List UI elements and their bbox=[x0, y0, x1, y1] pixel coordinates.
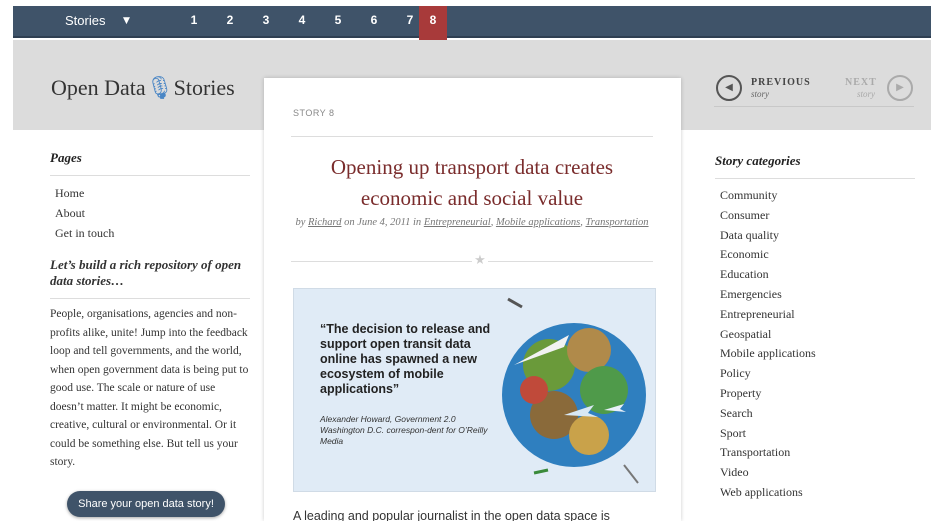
site-logo[interactable]: Open Data🎙Stories bbox=[51, 75, 235, 101]
category-item[interactable]: Policy bbox=[720, 364, 915, 384]
page-link-about[interactable]: About bbox=[55, 203, 250, 223]
page-link-4[interactable]: 4 bbox=[295, 13, 309, 27]
category-item[interactable]: Sport bbox=[720, 424, 915, 444]
byline-by: by bbox=[295, 217, 306, 228]
story-byline: by Richard on June 4, 2011 in Entreprene… bbox=[295, 217, 649, 228]
story-number: STORY 8 bbox=[293, 108, 335, 118]
byline-date: on June 4, 2011 in bbox=[344, 217, 422, 228]
page-link-1[interactable]: 1 bbox=[187, 13, 201, 27]
nav-divider bbox=[714, 106, 914, 107]
build-repository-text: People, organisations, agencies and non-… bbox=[50, 308, 249, 468]
previous-story-sub: story bbox=[751, 89, 769, 99]
category-item[interactable]: Entrepreneurial bbox=[720, 305, 915, 325]
page-link-5[interactable]: 5 bbox=[331, 13, 345, 27]
previous-arrow-icon[interactable]: ◀ bbox=[716, 75, 742, 101]
story-hero-image: “The decision to release and support ope… bbox=[293, 288, 656, 492]
category-item[interactable]: Transportation bbox=[720, 443, 915, 463]
category-link-mobile-applications[interactable]: Mobile applications bbox=[496, 217, 580, 228]
build-repository-heading: Let’s build a rich repository of open da… bbox=[50, 257, 242, 288]
page-link-6[interactable]: 6 bbox=[367, 13, 381, 27]
star-icon: ★ bbox=[472, 253, 488, 268]
category-item[interactable]: Data quality bbox=[720, 226, 915, 246]
top-navigation-bar: Stories ▼ 1 2 3 4 5 6 7 8 bbox=[13, 6, 931, 50]
category-link-transportation[interactable]: Transportation bbox=[586, 217, 649, 228]
right-sidebar: Story categories Community Consumer Data… bbox=[715, 153, 915, 503]
globe-illustration bbox=[502, 297, 646, 484]
page-link-home[interactable]: Home bbox=[55, 183, 250, 203]
category-item[interactable]: Web applications bbox=[720, 483, 915, 503]
category-item[interactable]: Search bbox=[720, 404, 915, 424]
pages-list: Home About Get in touch bbox=[50, 183, 250, 243]
page-link-get-in-touch[interactable]: Get in touch bbox=[55, 223, 250, 243]
category-link-entrepreneurial[interactable]: Entrepreneurial bbox=[424, 217, 491, 228]
hero-quote: “The decision to release and support ope… bbox=[320, 322, 491, 396]
story-categories-heading: Story categories bbox=[715, 153, 801, 168]
story-title[interactable]: Opening up transport data creates econom… bbox=[291, 152, 653, 214]
category-item[interactable]: Mobile applications bbox=[720, 344, 915, 364]
pages-heading: Pages bbox=[50, 150, 82, 165]
divider bbox=[50, 175, 250, 176]
share-story-button[interactable]: Share your open data story! bbox=[67, 491, 225, 517]
next-story-sub: story bbox=[857, 89, 875, 99]
page-link-7[interactable]: 7 bbox=[403, 13, 417, 27]
left-sidebar: Pages Home About Get in touch Let’s buil… bbox=[50, 150, 250, 472]
story-body-start: A leading and popular journalist in the … bbox=[293, 509, 610, 521]
divider bbox=[291, 136, 653, 137]
category-item[interactable]: Economic bbox=[720, 245, 915, 265]
logo-text-open-data: Open Data bbox=[51, 75, 146, 100]
previous-story-label[interactable]: PREVIOUS bbox=[751, 77, 811, 88]
page-link-2[interactable]: 2 bbox=[223, 13, 237, 27]
category-item[interactable]: Consumer bbox=[720, 206, 915, 226]
next-arrow-icon[interactable]: ▶ bbox=[887, 75, 913, 101]
page-link-3[interactable]: 3 bbox=[259, 13, 273, 27]
next-story-label[interactable]: NEXT bbox=[845, 77, 877, 88]
author-link[interactable]: Richard bbox=[308, 217, 341, 228]
stories-menu[interactable]: Stories bbox=[65, 13, 105, 28]
category-item[interactable]: Education bbox=[720, 265, 915, 285]
divider bbox=[50, 298, 250, 299]
category-item[interactable]: Property bbox=[720, 384, 915, 404]
microphone-icon: 🎙 bbox=[145, 75, 174, 100]
divider bbox=[715, 178, 915, 179]
category-item[interactable]: Video bbox=[720, 463, 915, 483]
category-item[interactable]: Geospatial bbox=[720, 325, 915, 345]
category-item[interactable]: Emergencies bbox=[720, 285, 915, 305]
story-card: STORY 8 Opening up transport data create… bbox=[264, 78, 681, 521]
chevron-down-icon[interactable]: ▼ bbox=[123, 16, 130, 26]
hero-attribution: Alexander Howard, Government 2.0 Washing… bbox=[320, 414, 488, 446]
category-item[interactable]: Community bbox=[720, 186, 915, 206]
logo-text-stories: Stories bbox=[173, 75, 235, 100]
category-list: Community Consumer Data quality Economic… bbox=[715, 186, 915, 503]
